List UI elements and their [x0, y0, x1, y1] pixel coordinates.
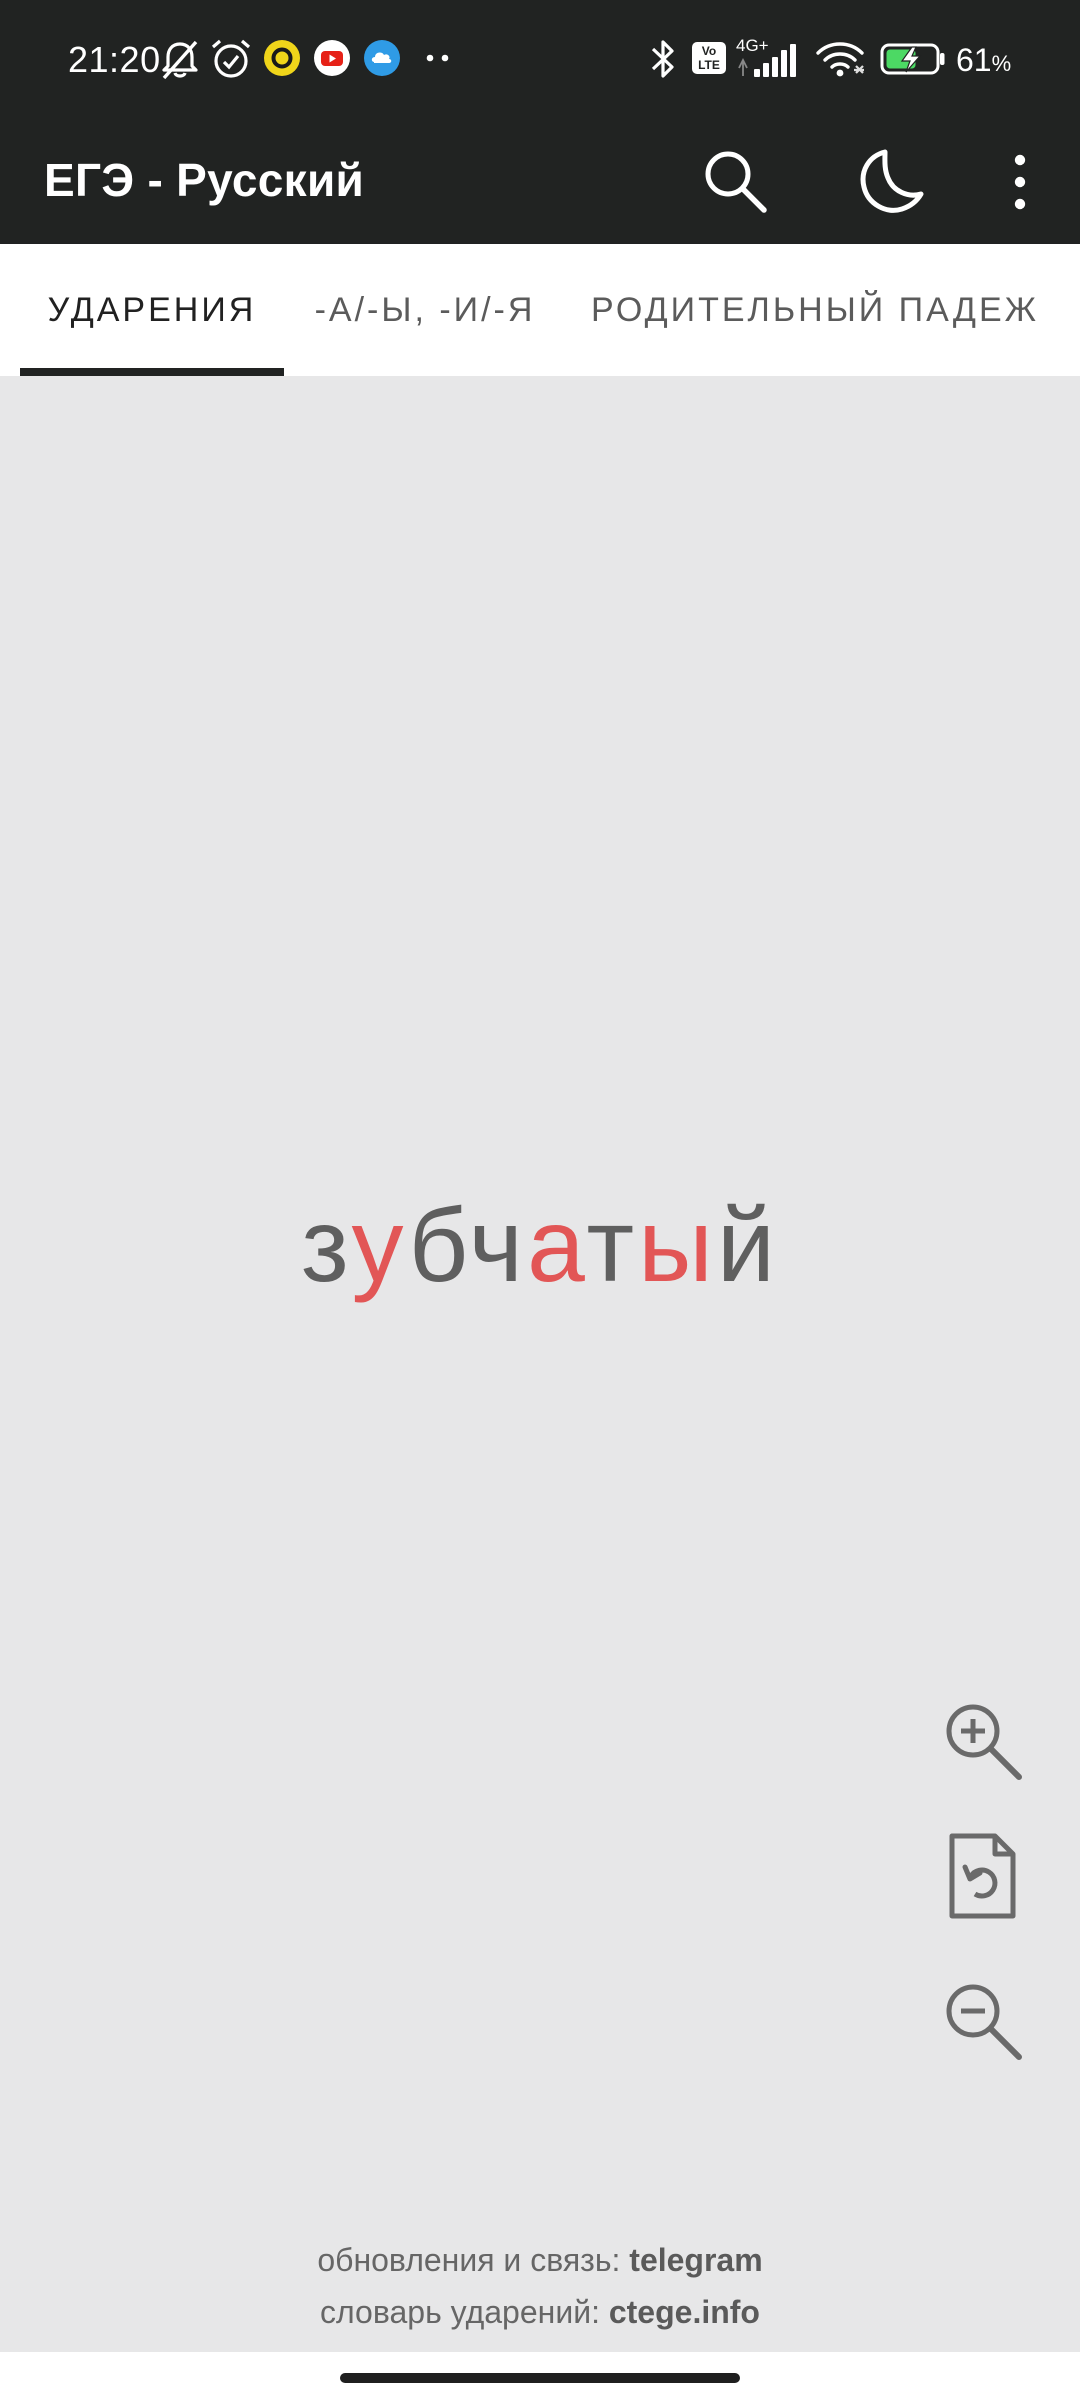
tab-genitive[interactable]: РОДИТЕЛЬНЫЙ ПАДЕЖ	[576, 244, 1054, 376]
battery-charging-icon	[880, 43, 945, 75]
app-bar: ЕГЭ - Русский	[0, 120, 1080, 244]
word-card[interactable]: зубчатый	[0, 1186, 1080, 1306]
svg-text:LTE: LTE	[698, 58, 720, 72]
zoom-in-button[interactable]	[930, 1688, 1034, 1792]
signal-icon	[738, 44, 796, 77]
zoom-out-button[interactable]	[930, 1968, 1034, 2072]
yellow-circle-app-icon	[264, 40, 300, 76]
search-button[interactable]	[684, 130, 788, 234]
home-gesture-handle[interactable]	[340, 2373, 740, 2383]
word-letters: бч	[408, 1188, 527, 1304]
navigation-bar	[0, 2352, 1080, 2400]
zoom-out-icon	[946, 1984, 1022, 2060]
telegram-link[interactable]: telegram	[629, 2242, 762, 2278]
footer-dictionary-line: словарь ударений: ctege.info	[0, 2286, 1080, 2338]
zoom-in-icon	[946, 1704, 1022, 1780]
reset-icon	[949, 1833, 1016, 1919]
svg-text:Vo: Vo	[702, 44, 716, 58]
card-area[interactable]: зубчатый обновления и связь: telegram сл…	[0, 376, 1080, 2352]
battery-value: 61	[956, 42, 992, 78]
word-vowel-highlight: у	[351, 1188, 409, 1304]
footer: обновления и связь: telegram словарь уда…	[0, 2234, 1080, 2338]
tab-bar: УДАРЕНИЯ -А/-Ы, -И/-Я РОДИТЕЛЬНЫЙ ПАДЕЖ	[0, 244, 1080, 376]
tab-endings[interactable]: -А/-Ы, -И/-Я	[300, 244, 550, 376]
reset-button[interactable]	[930, 1824, 1034, 1928]
bell-off-icon	[162, 40, 198, 80]
bluetooth-icon	[651, 40, 674, 78]
blue-cloud-app-icon	[364, 40, 400, 76]
word-letters: з	[300, 1188, 352, 1304]
status-time: 21:20	[68, 39, 161, 80]
word-letters: й	[716, 1188, 780, 1304]
footer-dictionary-text: словарь ударений:	[320, 2294, 609, 2330]
more-dots-icon	[426, 54, 449, 62]
app-screen: 21:20 Vo LTE 4G+ 61% ЕГЭ - Русский УДАРЕ…	[0, 0, 1080, 2400]
app-title: ЕГЭ - Русский	[44, 154, 365, 206]
battery-percent: 61%	[956, 40, 1011, 84]
youtube-icon	[314, 40, 350, 76]
overflow-menu-button[interactable]	[968, 130, 1072, 234]
tab-indicator	[20, 368, 284, 376]
alarm-icon	[211, 39, 251, 78]
footer-updates-text: обновления и связь:	[317, 2242, 630, 2278]
wifi-icon	[816, 42, 864, 77]
search-icon	[705, 151, 767, 213]
night-mode-button[interactable]	[840, 130, 944, 234]
volte-icon: Vo LTE	[692, 42, 726, 74]
status-bar: 21:20 Vo LTE 4G+ 61%	[0, 0, 1080, 120]
moon-icon	[860, 149, 924, 213]
word-letters: т	[586, 1188, 639, 1304]
more-vert-icon	[1014, 154, 1026, 210]
word-vowel-highlight: а	[526, 1188, 587, 1304]
word-vowel-highlight: ы	[638, 1188, 717, 1304]
tab-stress[interactable]: УДАРЕНИЯ	[20, 244, 284, 376]
ctege-link[interactable]: ctege.info	[609, 2294, 760, 2330]
battery-unit: %	[991, 51, 1012, 76]
footer-updates-line: обновления и связь: telegram	[0, 2234, 1080, 2286]
